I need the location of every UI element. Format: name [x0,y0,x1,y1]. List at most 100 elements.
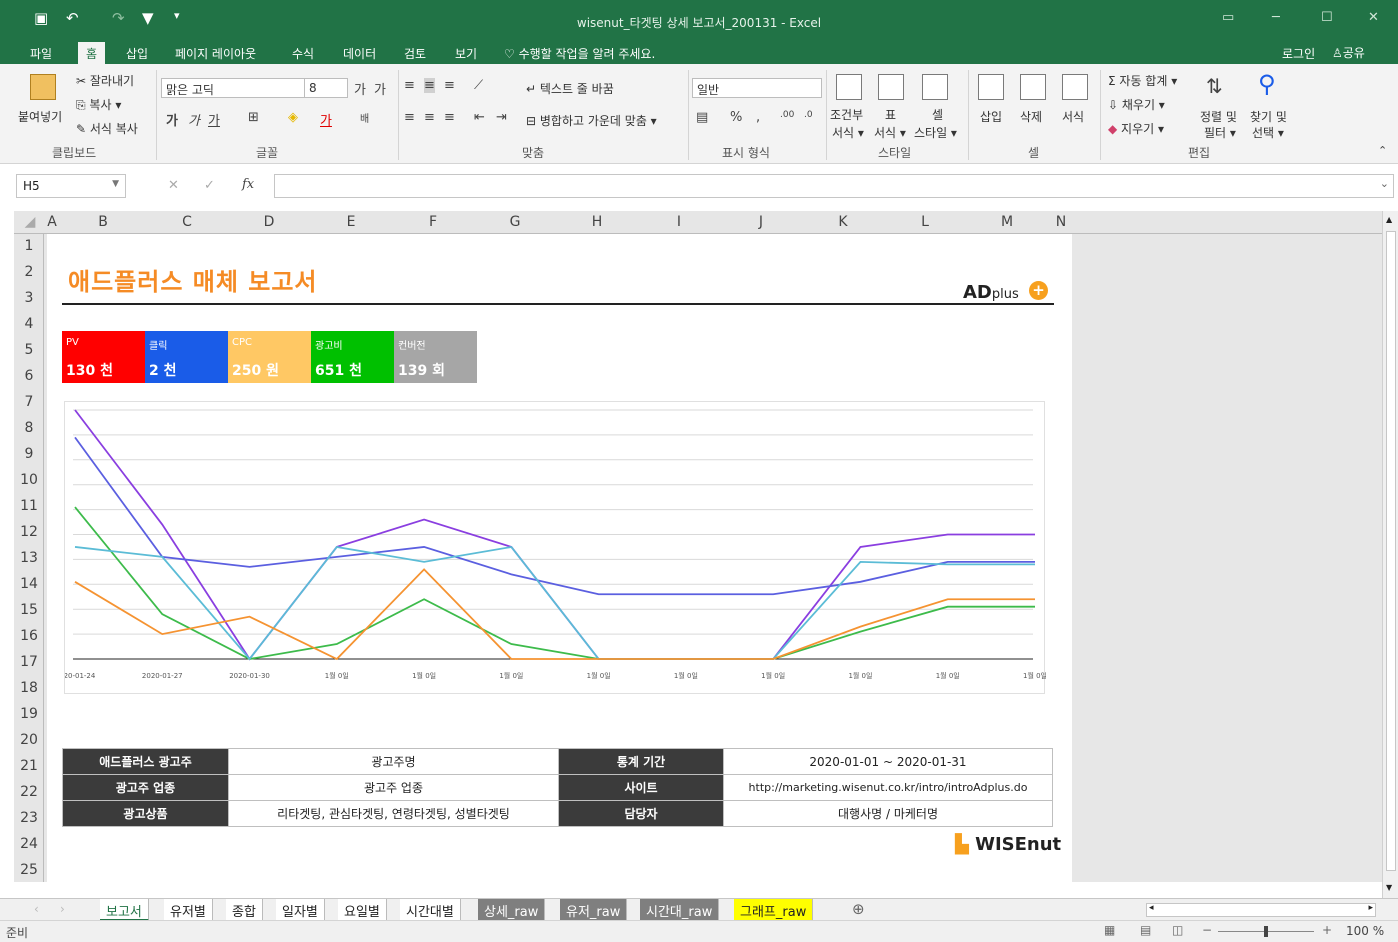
scroll-right-icon[interactable]: ▸ [1368,903,1373,913]
italic-icon[interactable]: 가 [188,110,200,129]
sheet-tab[interactable]: 보고서 [100,899,149,921]
indent-decrease-icon[interactable]: ⇤ [474,110,485,125]
kpi-conversion[interactable]: 컨버전 139 회 [394,331,477,383]
row-header[interactable]: 6 [14,368,44,384]
comma-icon[interactable]: , [756,110,760,125]
enter-icon[interactable]: ✓ [204,178,215,193]
find-select-icon[interactable]: ⚲ [1258,70,1276,98]
cell-styles-sub[interactable]: 스타일 ▾ [914,124,957,141]
tab-review[interactable]: 검토 [404,45,426,62]
table-header-cell[interactable]: 광고상품 [62,800,229,827]
row-header[interactable]: 19 [14,706,44,722]
row-header[interactable]: 16 [14,628,44,644]
sheet-tab[interactable]: 일자별 [276,899,325,921]
tab-home[interactable]: 홈 [78,42,106,64]
merge-center-button[interactable]: ⊟ 병합하고 가운데 맞춤 ▾ [526,112,657,129]
align-center-icon[interactable]: ≡ [424,110,435,125]
insert-cells-button[interactable]: 삽입 [980,108,1002,125]
clear-button[interactable]: ◆ 지우기 ▾ [1108,120,1164,137]
format-table-button[interactable]: 표 [885,106,896,123]
share-button[interactable]: ♙공유 [1332,44,1365,61]
decrease-decimal-icon[interactable]: .0 [804,110,813,120]
close-icon[interactable]: ✕ [1368,10,1379,25]
select-all-icon[interactable]: ◢ [16,214,44,230]
table-cell[interactable]: 2020-01-01 ~ 2020-01-31 [723,748,1053,775]
expand-formula-icon[interactable]: ⌄ [1380,177,1389,190]
zoom-out-icon[interactable]: − [1202,923,1212,937]
format-table-icon[interactable] [878,74,904,100]
column-header[interactable]: M [966,214,1048,230]
column-header[interactable]: L [884,214,966,230]
increase-decimal-icon[interactable]: .00 [780,110,794,120]
sheet-tab[interactable]: 유저_raw [560,899,628,921]
cell-styles-button[interactable]: 셀 [932,106,943,123]
table-cell[interactable]: 광고주명 [228,748,559,775]
number-format-combo[interactable]: 일반 [692,78,822,98]
row-header[interactable]: 3 [14,290,44,306]
border-icon[interactable]: ⊞ [248,110,259,125]
fill-color-icon[interactable]: ◈ [288,110,298,125]
row-header[interactable]: 12 [14,524,44,540]
format-painter-button[interactable]: ✎ 서식 복사 [76,120,138,137]
tab-formulas[interactable]: 수식 [292,45,314,62]
formula-input[interactable]: ⌄ [274,174,1394,198]
scroll-down-icon[interactable]: ▼ [1386,883,1392,892]
row-header[interactable]: 15 [14,602,44,618]
row-header[interactable]: 25 [14,862,44,878]
font-name-combo[interactable]: 맑은 고딕 [161,78,305,98]
table-cell[interactable]: 대행사명 / 마케터명 [723,800,1053,827]
column-header[interactable]: N [1050,214,1072,230]
row-header[interactable]: 7 [14,394,44,410]
cell-styles-icon[interactable] [922,74,948,100]
sheet-tab[interactable]: 요일별 [338,899,387,921]
table-header-cell[interactable]: 담당자 [558,800,724,827]
column-header[interactable]: B [62,214,144,230]
grow-font-icon[interactable]: 가 [354,79,366,98]
sheet-tab[interactable]: 상세_raw [478,899,546,921]
column-header[interactable]: I [638,214,720,230]
add-sheet-icon[interactable]: ⊕ [852,900,865,918]
column-header[interactable]: A [46,214,58,230]
vertical-scrollbar[interactable]: ▲ ▼ [1382,211,1398,899]
row-header[interactable]: 11 [14,498,44,514]
table-cell[interactable]: 광고주 업종 [228,774,559,801]
table-cell[interactable]: 리타겟팅, 관심타겟팅, 연령타겟팅, 성별타겟팅 [228,800,559,827]
align-middle-icon[interactable]: ≡ [424,78,435,93]
align-right-icon[interactable]: ≡ [444,110,455,125]
sort-filter-button[interactable]: 정렬 및 [1200,108,1237,125]
table-header-cell[interactable]: 광고주 업종 [62,774,229,801]
normal-view-icon[interactable]: ▦ [1104,923,1115,937]
cancel-icon[interactable]: ✕ [168,178,179,193]
row-header[interactable]: 22 [14,784,44,800]
column-header[interactable]: E [310,214,392,230]
percent-icon[interactable]: % [730,110,742,125]
fill-button[interactable]: ⇩ 채우기 ▾ [1108,96,1165,113]
prev-sheet-icon[interactable]: ‹ [34,902,39,916]
conditional-format-icon[interactable] [836,74,862,100]
autosum-button[interactable]: Σ 자동 합계 ▾ [1108,72,1177,89]
minimize-icon[interactable]: ─ [1272,10,1280,25]
sheet-tab[interactable]: 시간대별 [400,899,461,921]
phonetic-icon[interactable]: 배 [360,110,369,125]
align-top-icon[interactable]: ≡ [404,78,415,93]
tab-data[interactable]: 데이터 [343,45,376,62]
table-cell[interactable]: http://marketing.wisenut.co.kr/intro/int… [723,774,1053,801]
underline-icon[interactable]: 가 [208,110,220,129]
column-header[interactable]: C [146,214,228,230]
find-select-button[interactable]: 찾기 및 [1250,108,1287,125]
row-header[interactable]: 20 [14,732,44,748]
page-break-view-icon[interactable]: ◫ [1172,923,1183,937]
row-header[interactable]: 14 [14,576,44,592]
column-header[interactable]: G [474,214,556,230]
horizontal-scrollbar[interactable]: ◂ ▸ [1146,903,1376,917]
indent-increase-icon[interactable]: ⇥ [496,110,507,125]
next-sheet-icon[interactable]: › [60,902,65,916]
scroll-thumb[interactable] [1386,231,1396,871]
column-header[interactable]: J [720,214,802,230]
row-header[interactable]: 18 [14,680,44,696]
bold-icon[interactable]: 가 [166,110,178,129]
accounting-icon[interactable]: ▤ [696,110,708,125]
sheet-tab[interactable]: 종합 [226,899,263,921]
sheet-tab[interactable]: 그래프_raw [734,899,814,921]
login-link[interactable]: 로그인 [1282,45,1315,62]
